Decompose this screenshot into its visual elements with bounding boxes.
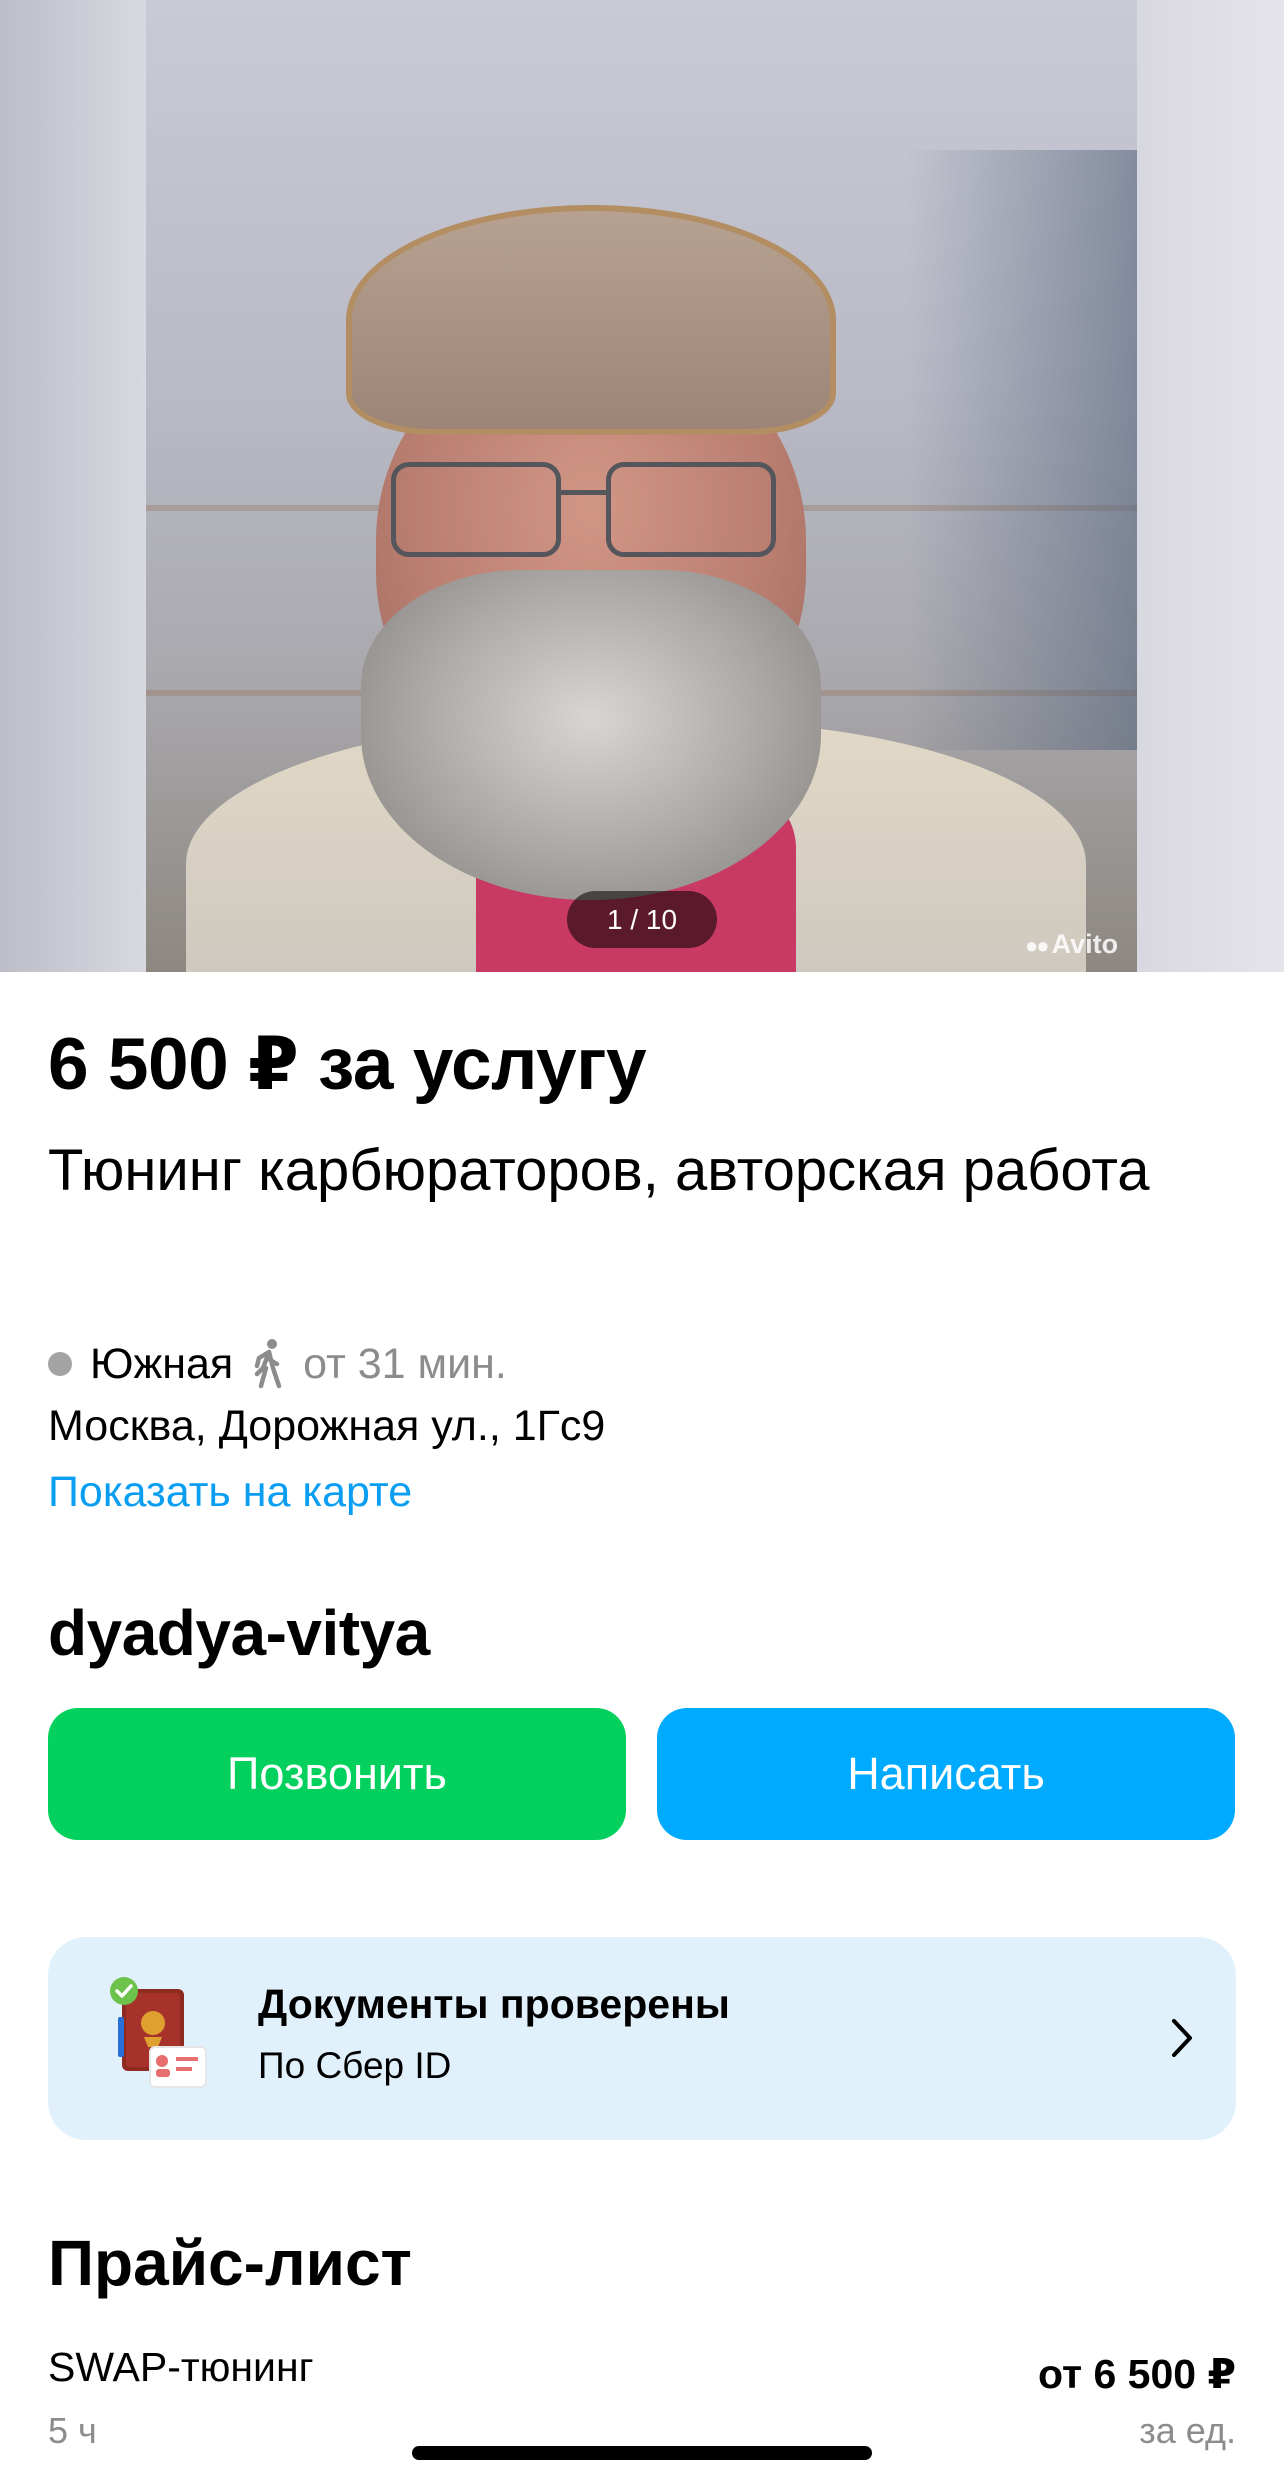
gallery-blur-right xyxy=(1137,0,1284,972)
seller-name[interactable]: dyadya-vitya xyxy=(48,1596,430,1670)
avito-logo-icon: ●● xyxy=(1025,933,1050,958)
metro-info: Южная от 31 мин. xyxy=(48,1336,507,1392)
metro-line-dot-icon xyxy=(48,1352,72,1376)
photo-gallery[interactable]: 1 / 10 ●● Avito xyxy=(0,0,1284,972)
photo-counter: 1 / 10 xyxy=(567,891,717,948)
listing-price: 6 500 ₽ за услугу xyxy=(48,1024,647,1105)
home-indicator[interactable] xyxy=(412,2446,872,2460)
metro-station: Южная xyxy=(90,1339,234,1388)
service-name: SWAP-тюнинг xyxy=(48,2344,314,2390)
listing-photo[interactable] xyxy=(146,0,1137,972)
show-on-map-link[interactable]: Показать на карте xyxy=(48,1464,412,1520)
write-message-button[interactable]: Написать xyxy=(657,1708,1235,1840)
listing-title: Тюнинг карбюраторов, авторская работа xyxy=(48,1138,1150,1203)
walking-person-icon xyxy=(254,1339,282,1389)
chevron-right-icon xyxy=(1172,2019,1192,2057)
service-duration: 5 ч xyxy=(48,2410,97,2451)
price-list-heading: Прайс-лист xyxy=(48,2227,412,2299)
documents-verified-card[interactable]: Документы проверены По Сбер ID xyxy=(48,1937,1236,2140)
passport-verified-icon xyxy=(110,1977,207,2088)
call-button[interactable]: Позвонить xyxy=(48,1708,626,1840)
verification-title: Документы проверены xyxy=(258,1981,730,2027)
service-unit: за ед. xyxy=(1139,2410,1236,2451)
verification-subtitle: По Сбер ID xyxy=(258,2045,452,2086)
walk-time: от 31 мин. xyxy=(303,1339,507,1388)
avito-watermark: ●● Avito xyxy=(1025,929,1119,959)
address: Москва, Дорожная ул., 1Гс9 xyxy=(48,1402,606,1450)
service-price: от 6 500 ₽ xyxy=(1037,2351,1236,2397)
gallery-blur-left xyxy=(0,0,146,972)
